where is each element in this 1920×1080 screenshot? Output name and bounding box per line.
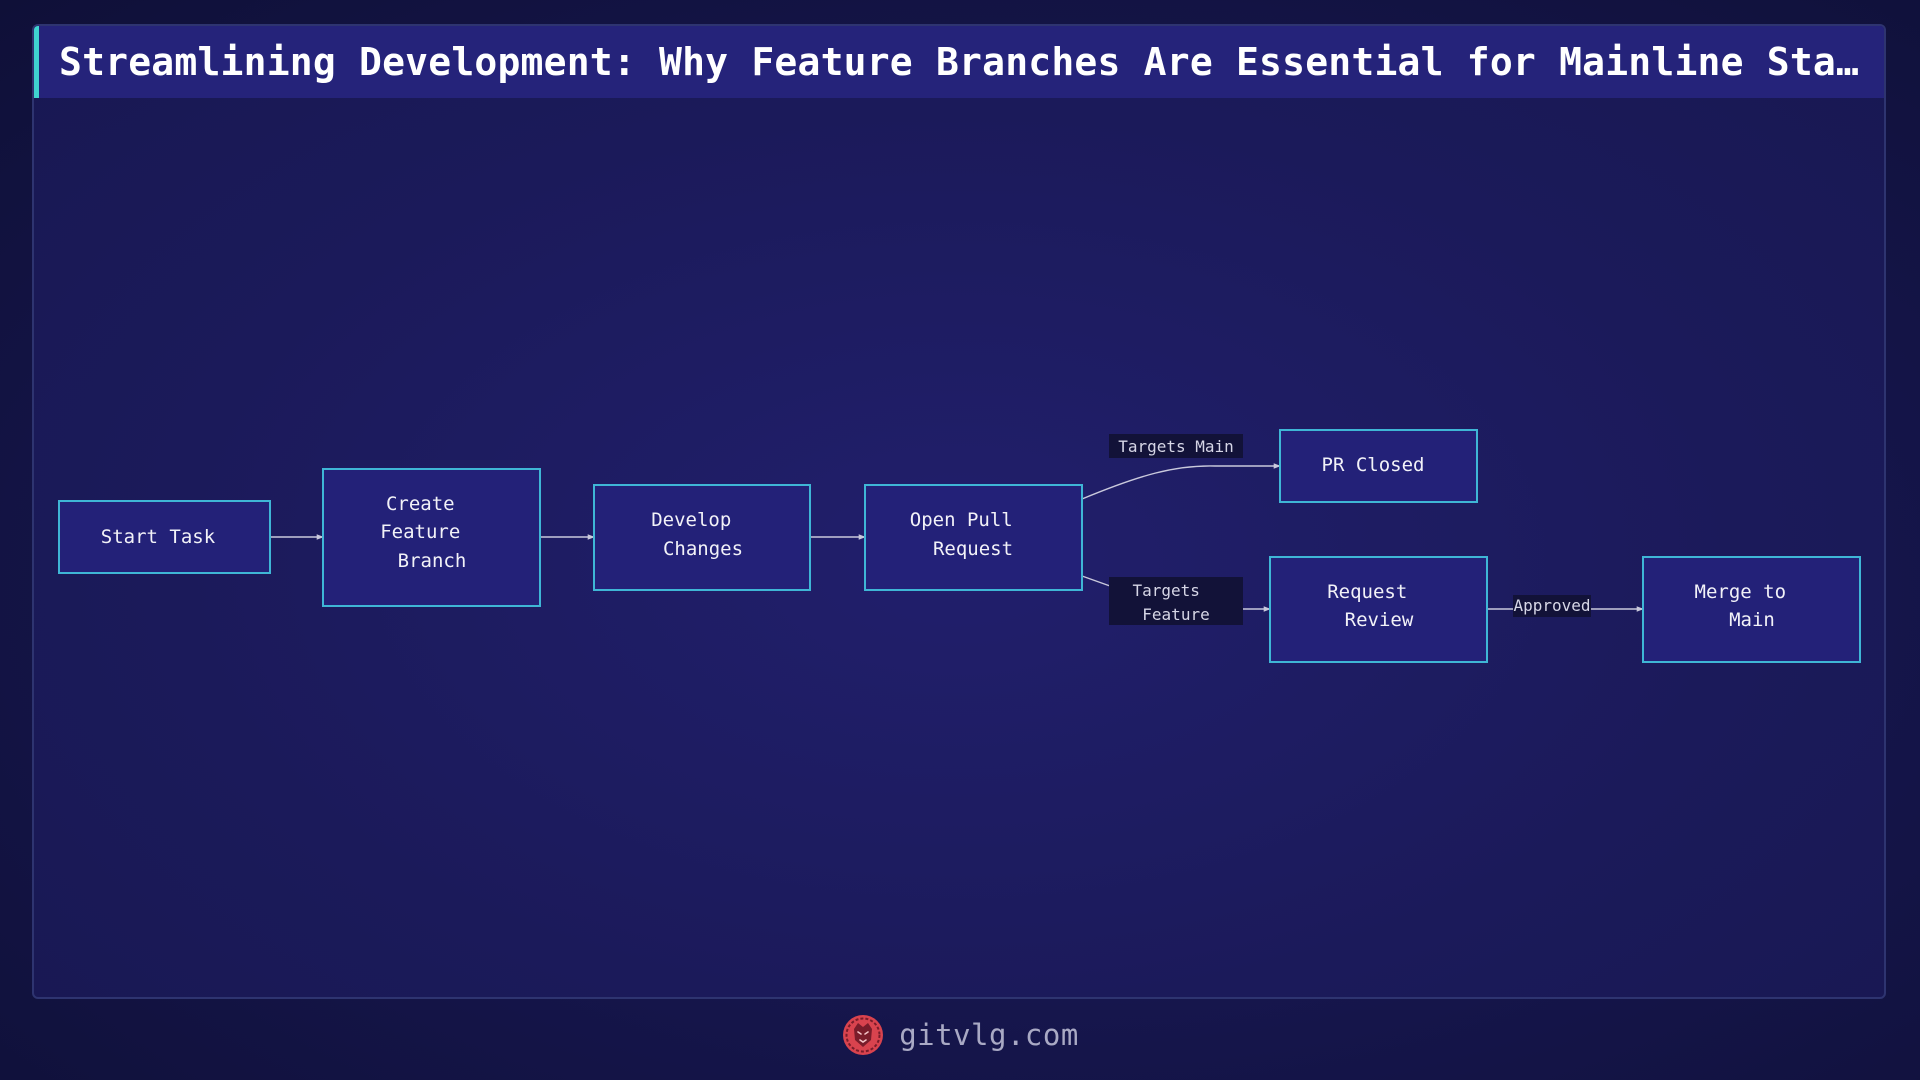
node-label: Request	[1327, 581, 1407, 603]
edge-open-pr-to-pr-closed	[1081, 463, 1281, 500]
edge-label-targets-main: Targets Main	[1109, 434, 1243, 458]
svg-text:Start Task: Start Task	[101, 526, 216, 548]
svg-text:Approved: Approved	[1513, 596, 1590, 615]
node-create-feature-branch[interactable]: Create Feature Branch	[322, 468, 541, 607]
svg-text:PR Closed: PR Closed	[1322, 454, 1425, 476]
footer: gitvlg.com	[0, 1010, 1920, 1060]
node-label: Merge to	[1695, 581, 1787, 603]
edge-label-text: Feature	[1142, 605, 1209, 624]
node-label: Review	[1345, 609, 1414, 631]
edge-label-text: Targets Main	[1118, 437, 1234, 456]
edge-label-text: Approved	[1513, 596, 1590, 615]
node-merge-to-main[interactable]: Merge to Main	[1642, 556, 1861, 663]
node-label: PR Closed	[1322, 454, 1425, 476]
footer-site-link[interactable]: gitvlg.com	[899, 1018, 1079, 1052]
flowchart: Targets Main Targets Feature Approved St…	[58, 429, 1861, 663]
node-label: Start Task	[101, 526, 216, 548]
node-start-task[interactable]: Start Task	[58, 500, 271, 574]
node-label: Request	[933, 538, 1013, 560]
node-label: Branch	[398, 550, 467, 572]
node-label: Changes	[663, 538, 743, 560]
edge-label-approved: Approved	[1513, 595, 1591, 617]
node-label: Create	[386, 493, 455, 515]
node-open-pull-request[interactable]: Open Pull Request	[864, 484, 1083, 591]
node-label: Feature	[380, 521, 460, 543]
node-pr-closed[interactable]: PR Closed	[1279, 429, 1478, 503]
edge-open-pr-to-request-review	[1081, 575, 1111, 587]
node-label: Main	[1729, 609, 1775, 631]
edge-label-targets-feature: Targets Feature	[1109, 577, 1243, 625]
lion-head-icon[interactable]	[841, 1013, 885, 1057]
edge-label-text: Targets	[1132, 581, 1199, 600]
node-develop-changes[interactable]: Develop Changes	[593, 484, 811, 591]
node-label: Develop	[651, 509, 731, 531]
svg-text:Targets Main: Targets Main	[1118, 437, 1234, 456]
node-label: Open Pull	[910, 509, 1013, 531]
node-request-review[interactable]: Request Review	[1269, 556, 1488, 663]
